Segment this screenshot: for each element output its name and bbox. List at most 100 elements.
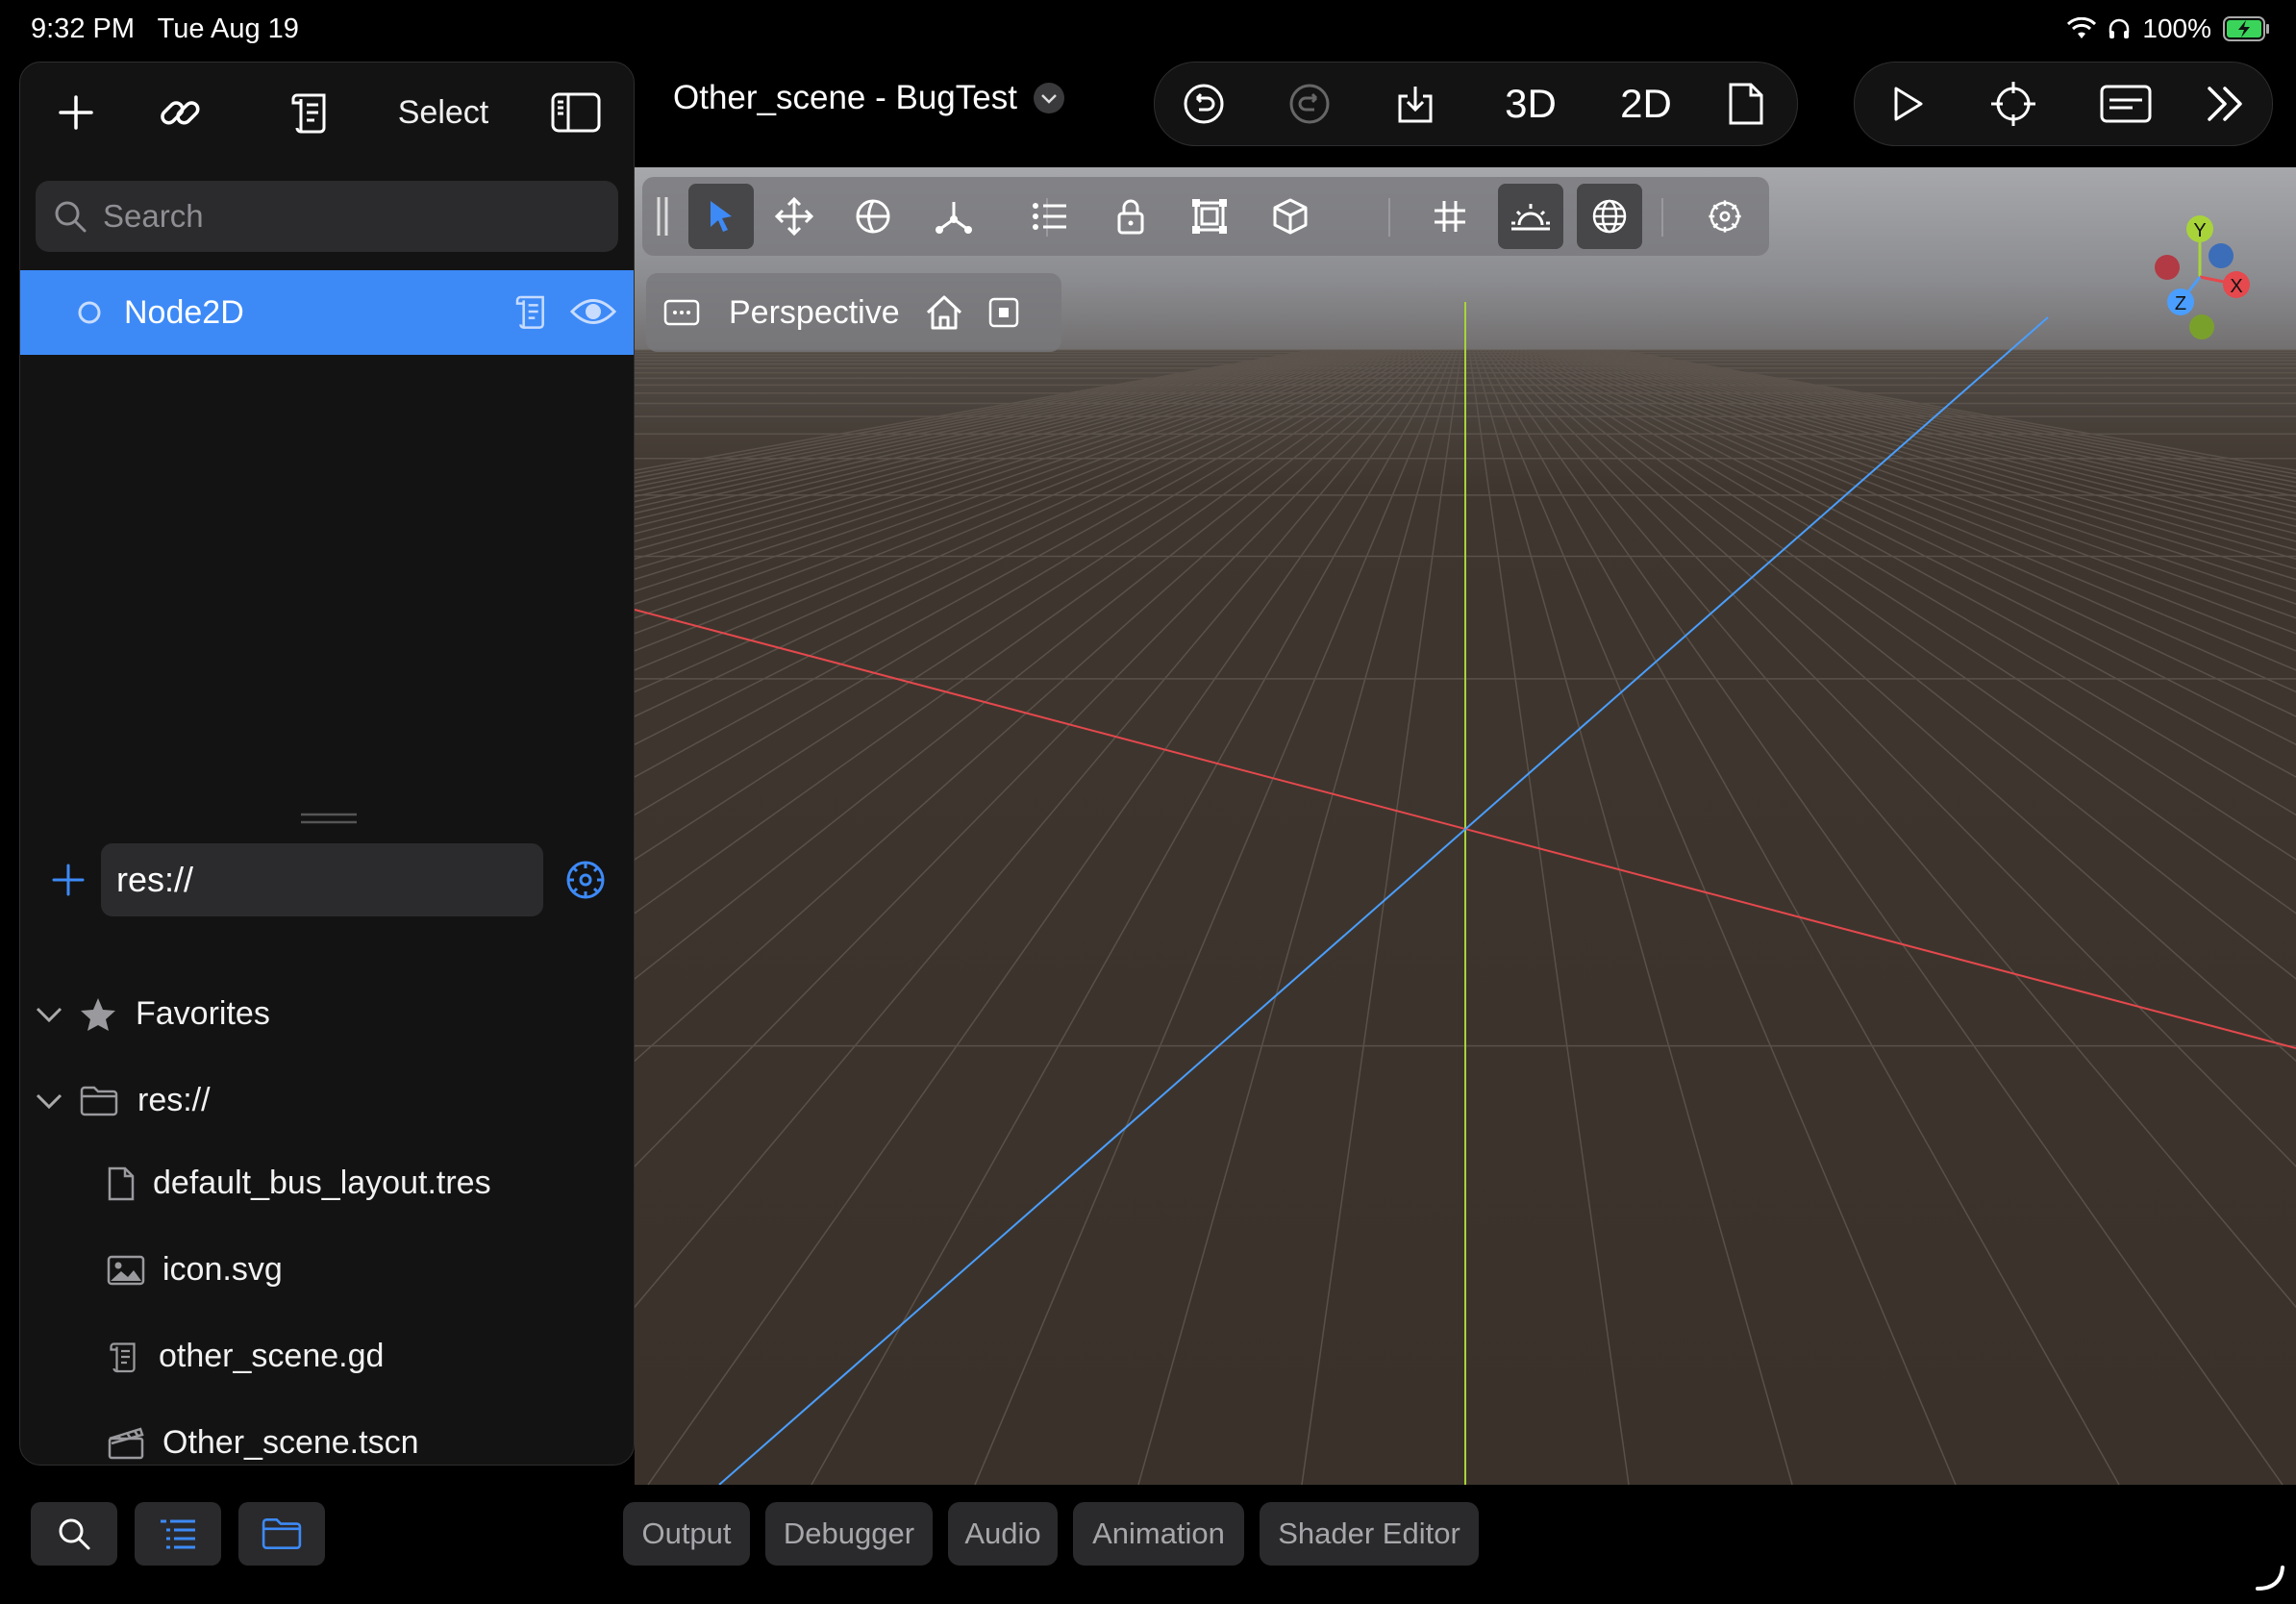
rotate-tool-button[interactable] (840, 184, 906, 249)
perspective-label[interactable]: Perspective (729, 294, 900, 332)
tab-output[interactable]: Output (623, 1502, 750, 1566)
gizmo-neg-z[interactable] (2209, 243, 2234, 268)
gizmo-z-label: Z (2175, 293, 2186, 314)
toolbar-drag-handle[interactable] (646, 184, 679, 249)
search-input[interactable] (101, 197, 586, 236)
grid-icon (1435, 201, 1465, 232)
remote-debug-button[interactable] (1970, 63, 2057, 145)
gizmo-neg-y[interactable] (2189, 314, 2214, 339)
viewport-menu-icon[interactable] (663, 299, 700, 326)
home-icon[interactable] (925, 294, 963, 331)
scene-title-dropdown[interactable]: Other_scene - BugTest (673, 79, 1065, 117)
script-icon (291, 93, 326, 134)
list-icon (1033, 203, 1066, 230)
scene-search-field[interactable] (36, 181, 618, 252)
crosshair-icon (1991, 82, 2035, 126)
tab-shader-editor[interactable]: Shader Editor (1260, 1502, 1479, 1566)
folder-icon (262, 1517, 302, 1550)
object-button[interactable] (1258, 184, 1323, 249)
script-editor-button[interactable] (1703, 63, 1789, 145)
file-item[interactable]: default_bus_layout.tres (107, 1165, 491, 1202)
tab-audio[interactable]: Audio (948, 1502, 1058, 1566)
edit-toolbar: 3D 2D (1154, 62, 1798, 146)
gizmo-x-label: X (2230, 276, 2242, 297)
file-item[interactable]: Other_scene.tscn (107, 1424, 418, 1462)
more-button[interactable] (2182, 63, 2268, 145)
file-item[interactable]: icon.svg (107, 1251, 283, 1289)
select-button[interactable]: Select (386, 82, 501, 143)
lock-button[interactable] (1098, 184, 1163, 249)
viewport-settings-button[interactable] (1692, 184, 1758, 249)
3d-viewport[interactable]: Perspective Y X Z (635, 167, 2296, 1485)
redo-button[interactable] (1266, 63, 1353, 145)
path-input[interactable] (114, 859, 522, 901)
add-node-button[interactable] (47, 84, 105, 141)
rotate-globe-icon (856, 199, 890, 234)
save-button[interactable] (1372, 63, 1459, 145)
dock-search-button[interactable] (31, 1502, 117, 1566)
filesystem-settings-button[interactable] (559, 853, 612, 907)
mode-2d-button[interactable]: 2D (1593, 63, 1699, 145)
link-icon (161, 101, 200, 125)
toggle-sidebar-button[interactable] (545, 82, 607, 143)
link-button[interactable] (149, 82, 211, 143)
console-icon (2100, 85, 2152, 123)
undo-button[interactable] (1160, 63, 1247, 145)
image-icon (107, 1255, 145, 1285)
chevron-double-right-icon (2208, 87, 2242, 121)
perspective-panel: Perspective (646, 273, 1061, 352)
play-icon (1894, 87, 1923, 121)
tab-debugger[interactable]: Debugger (765, 1502, 933, 1566)
search-icon (55, 201, 87, 233)
select-tool-button[interactable] (688, 184, 754, 249)
frame-selection-icon[interactable] (988, 297, 1019, 328)
scale-nodes-icon (936, 202, 972, 234)
dock-scene-tree-button[interactable] (135, 1502, 221, 1566)
tab-animation[interactable]: Animation (1073, 1502, 1244, 1566)
script-icon[interactable] (512, 291, 551, 332)
redo-icon (1289, 84, 1330, 124)
clapperboard-icon (108, 1426, 144, 1459)
sunrise-icon (1511, 204, 1550, 231)
globe-icon (1592, 199, 1627, 234)
environment-toggle-button[interactable] (1577, 184, 1642, 249)
res-root-label: res:// (137, 1082, 211, 1118)
file-name: Other_scene.tscn (162, 1424, 419, 1461)
viewport-scene[interactable] (635, 167, 2296, 1485)
tree-item-node2d[interactable]: Node2D (20, 270, 634, 355)
undo-icon (1184, 84, 1224, 124)
headphones-icon (2108, 17, 2131, 40)
add-file-button[interactable] (41, 853, 95, 907)
list-select-button[interactable] (1017, 184, 1083, 249)
orientation-gizmo[interactable]: Y X Z (2133, 200, 2277, 344)
group-button[interactable] (1177, 184, 1242, 249)
gizmo-y-label: Y (2193, 220, 2206, 241)
file-item[interactable]: other_scene.gd (107, 1338, 384, 1375)
panel-resize-handle[interactable] (299, 813, 359, 824)
toolbar-separator (1661, 198, 1663, 237)
sidebar-icon (551, 92, 601, 133)
run-toolbar (1854, 62, 2273, 146)
grid-toggle-button[interactable] (1417, 184, 1483, 249)
favorites-section[interactable]: Favorites (34, 995, 270, 1033)
path-field[interactable] (101, 843, 543, 916)
node2d-icon (78, 301, 101, 324)
res-root-folder[interactable]: res:// (34, 1082, 211, 1119)
script-icon (110, 1341, 136, 1372)
resize-corner-icon[interactable] (2254, 1564, 2286, 1592)
attach-script-button[interactable] (280, 82, 341, 143)
console-button[interactable] (2078, 63, 2174, 145)
mode-3d-button[interactable]: 3D (1478, 63, 1584, 145)
file-name: icon.svg (162, 1251, 283, 1288)
wifi-icon (2067, 17, 2097, 40)
status-time: 9:32 PM Tue Aug 19 (31, 13, 299, 45)
date-text: Tue Aug 19 (157, 13, 299, 44)
dock-filesystem-button[interactable] (238, 1502, 325, 1566)
gizmo-neg-x[interactable] (2155, 255, 2180, 280)
play-button[interactable] (1864, 63, 1951, 145)
download-tray-icon (1398, 87, 1433, 123)
move-tool-button[interactable] (761, 184, 827, 249)
scale-tool-button[interactable] (921, 184, 986, 249)
eye-icon[interactable] (570, 295, 616, 328)
sun-toggle-button[interactable] (1498, 184, 1563, 249)
